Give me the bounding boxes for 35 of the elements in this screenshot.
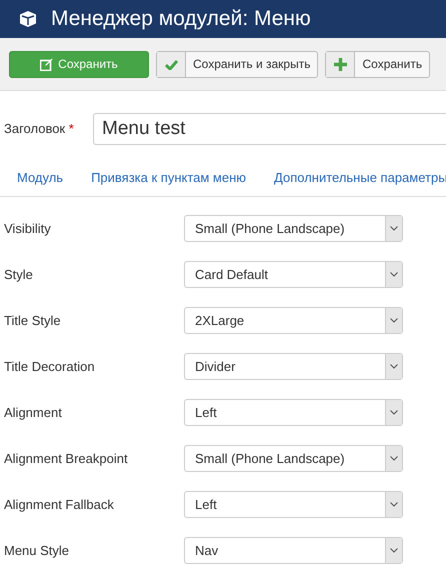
field-label: Menu Style: [4, 542, 70, 560]
plus-icon: [334, 58, 347, 70]
tab[interactable]: Модуль: [17, 168, 64, 188]
caret-icon: [390, 502, 398, 507]
save-close-button[interactable]: Сохранить и закрыть: [156, 50, 318, 78]
select-field[interactable]: Divider: [184, 353, 403, 380]
field-label: Title Decoration: [4, 358, 96, 376]
caret-icon: [390, 410, 398, 415]
field-label: Alignment Breakpoint: [4, 450, 129, 468]
select-field[interactable]: Card Default: [184, 261, 403, 288]
select-field[interactable]: Nav: [184, 537, 403, 564]
field-label: Title Style: [4, 312, 62, 330]
caret-icon: [390, 364, 398, 369]
field-label: Style: [4, 266, 34, 284]
select-field[interactable]: Small (Phone Landscape): [184, 445, 403, 472]
select-field[interactable]: 2XLarge: [184, 307, 403, 334]
title-input[interactable]: Menu test: [93, 113, 446, 145]
field-label: Заголовок *: [4, 120, 75, 138]
tab[interactable]: Привязка к пунктам меню: [91, 168, 246, 188]
caret-icon: [390, 456, 398, 461]
caret-icon: [390, 318, 398, 323]
cube-icon: [19, 10, 37, 28]
select-field[interactable]: Small (Phone Landscape): [184, 215, 403, 242]
caret-icon: [390, 548, 398, 553]
save-new-button[interactable]: Сохранить: [325, 50, 430, 78]
page-title: Менеджер модулей: Меню: [51, 6, 311, 32]
select-field[interactable]: Left: [184, 491, 403, 518]
field-label: Alignment: [4, 404, 63, 422]
caret-icon: [390, 272, 398, 277]
edit-icon: [40, 58, 54, 70]
select-field[interactable]: Left: [184, 399, 403, 426]
caret-icon: [390, 226, 398, 231]
check-icon: [164, 58, 178, 70]
field-label: Visibility: [4, 220, 52, 238]
field-label: Alignment Fallback: [4, 496, 115, 514]
